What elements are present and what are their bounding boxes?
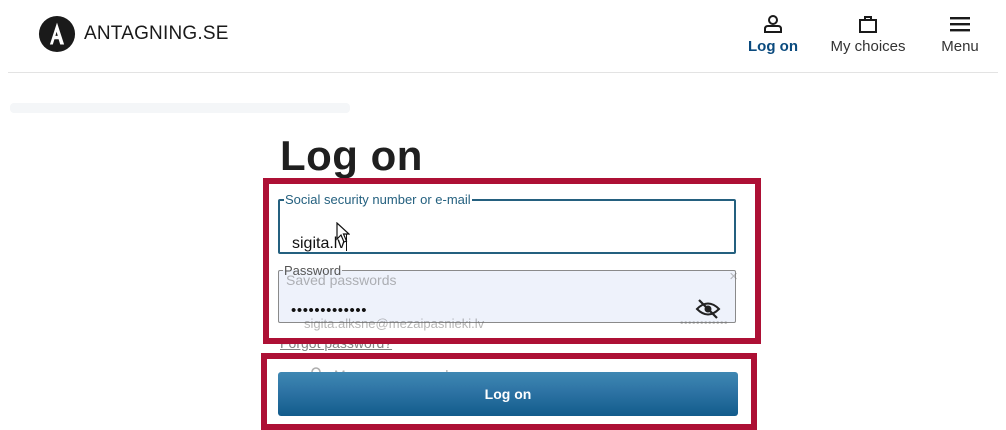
highlight-frame-submit <box>261 353 757 430</box>
nav-login-label: Log on <box>748 38 798 55</box>
mouse-pointer-icon <box>336 222 350 243</box>
site-header: ANTAGNING.SE Log on My choices Menu <box>0 0 1006 72</box>
nav-my-choices[interactable]: My choices <box>826 14 910 55</box>
highlight-frame-credentials <box>263 178 761 344</box>
faded-breadcrumb-bar <box>10 103 350 113</box>
antagning-logo-icon <box>38 15 76 53</box>
user-icon <box>764 15 782 33</box>
briefcase-icon <box>859 16 877 33</box>
nav-my-choices-label: My choices <box>830 38 906 55</box>
brand-name: ANTAGNING.SE <box>84 23 229 44</box>
page-title: Log on <box>280 132 423 179</box>
nav-login[interactable]: Log on <box>748 14 798 55</box>
header-divider <box>8 72 998 73</box>
hamburger-menu-icon <box>950 17 970 32</box>
nav-menu-label: Menu <box>941 38 979 55</box>
nav-menu[interactable]: Menu <box>936 14 984 55</box>
brand-logo[interactable]: ANTAGNING.SE <box>38 15 229 53</box>
